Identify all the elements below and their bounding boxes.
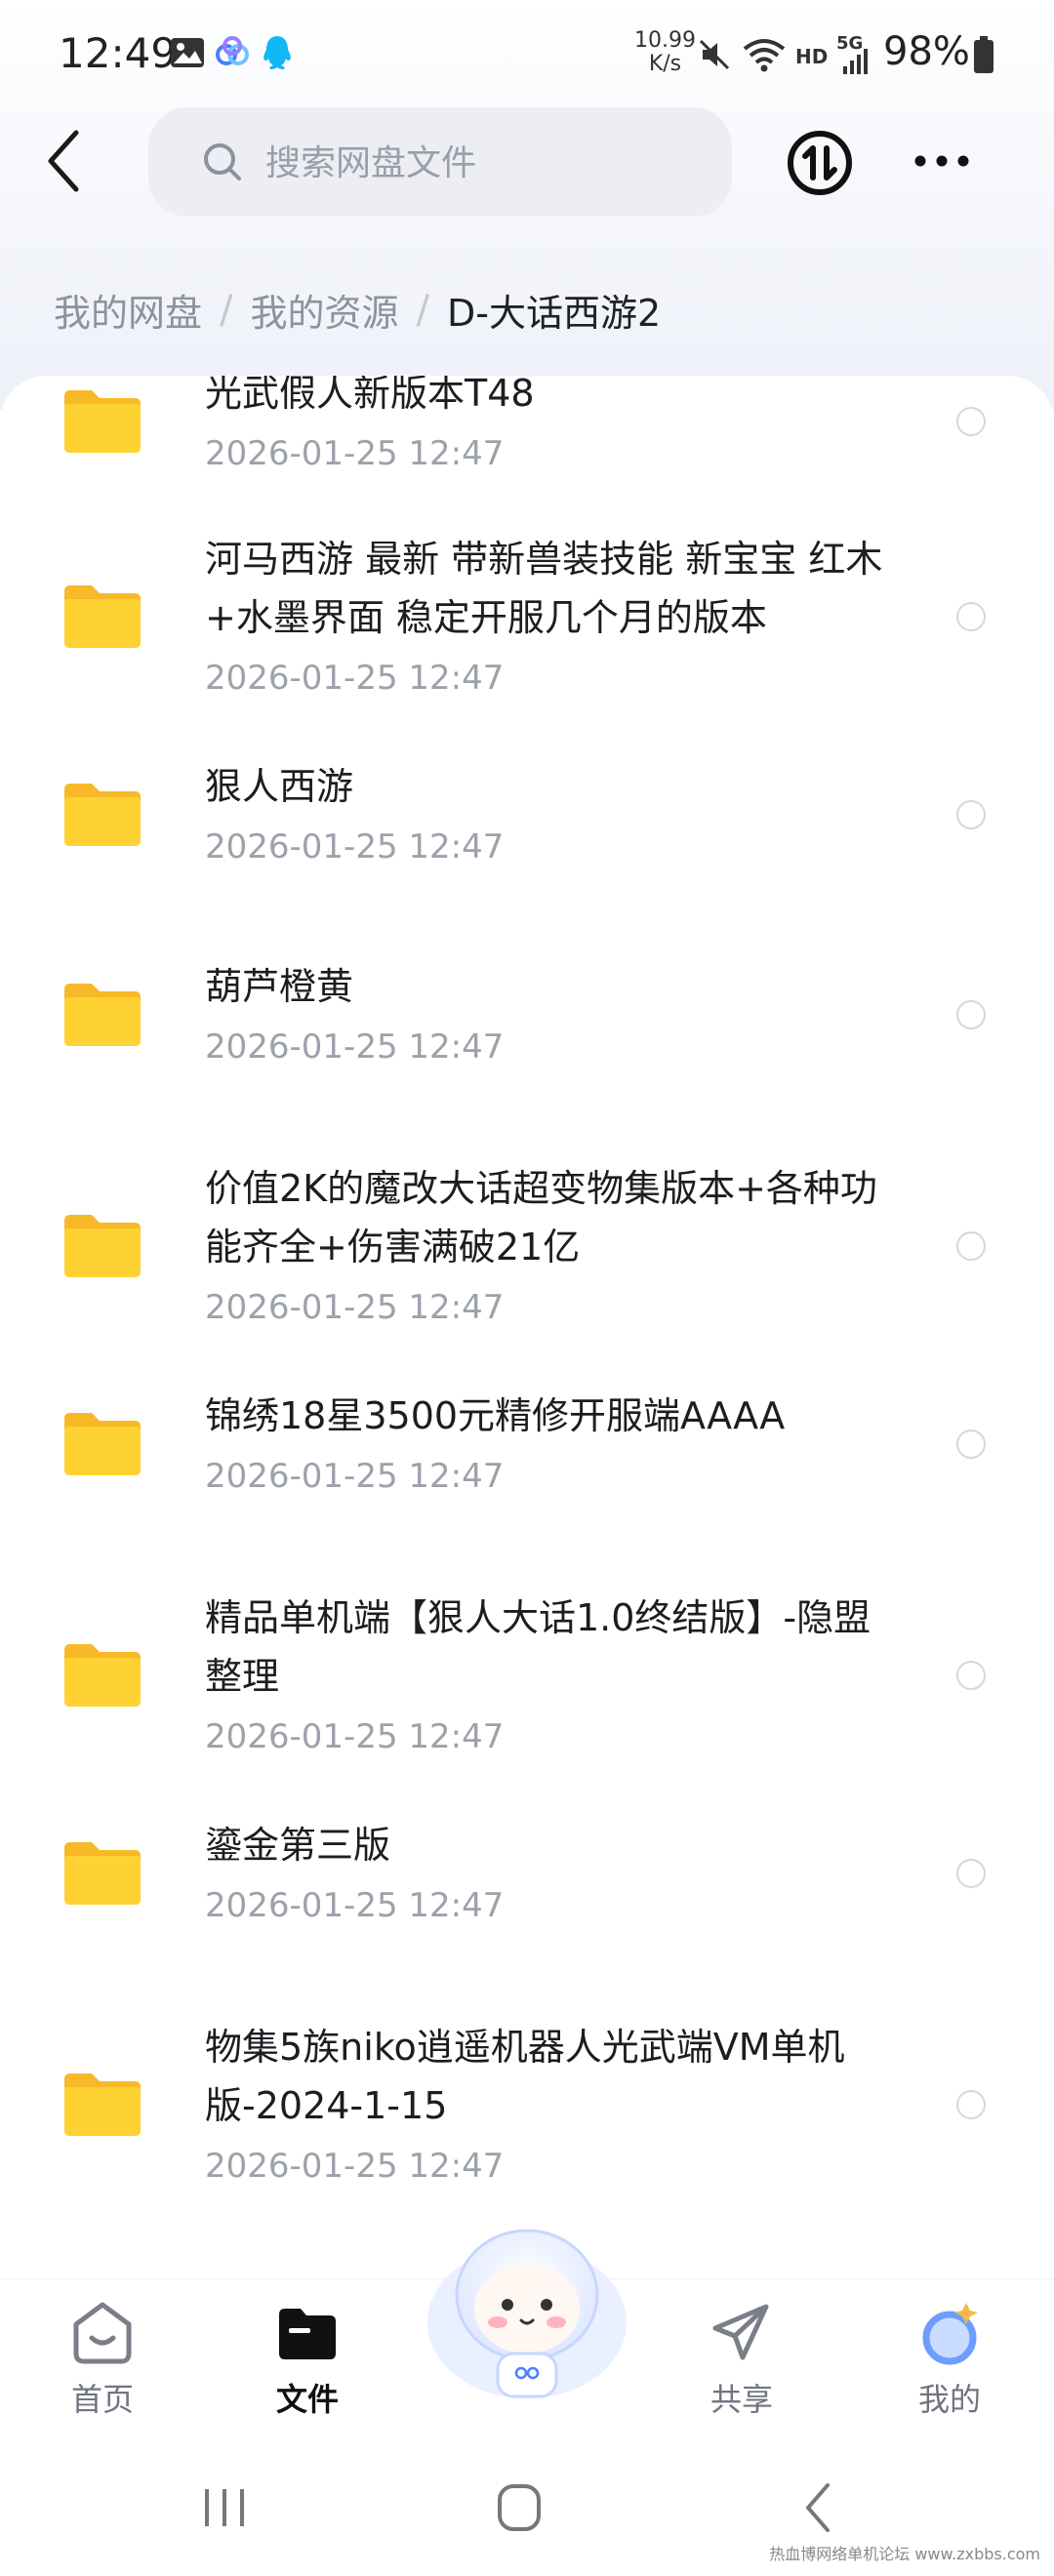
file-date: 2026-01-25 12:47	[205, 2147, 505, 2186]
status-time: 12:49	[59, 29, 178, 77]
folder-icon	[64, 1413, 141, 1475]
file-list-item[interactable]: 葫芦橙黄 2026-01-25 12:47	[0, 940, 1054, 1140]
file-list-item[interactable]: 锦绣18星3500元精修开服端AAAA 2026-01-25 12:47	[0, 1369, 1054, 1569]
breadcrumb-root[interactable]: 我的网盘	[54, 283, 202, 337]
folder-icon	[64, 984, 141, 1046]
transfer-icon[interactable]	[786, 129, 854, 197]
signal-icon	[843, 49, 868, 74]
ai-assistant-mascot-button[interactable]	[420, 2215, 634, 2410]
select-checkbox[interactable]	[956, 800, 986, 829]
folder-icon	[64, 2073, 141, 2136]
file-list-item[interactable]: 狠人西游 2026-01-25 12:47	[0, 740, 1054, 940]
file-name: 葫芦橙黄	[205, 965, 354, 1008]
select-checkbox[interactable]	[956, 2090, 986, 2119]
search-input[interactable]	[264, 135, 697, 191]
battery-icon	[974, 36, 993, 73]
select-checkbox[interactable]	[956, 1000, 986, 1029]
select-checkbox[interactable]	[956, 1429, 986, 1459]
breadcrumb: 我的网盘 / 我的资源 / D-大话西游2	[54, 283, 661, 337]
wifi-icon	[743, 39, 786, 72]
speed-value: 10.99	[634, 28, 696, 53]
file-name: 光武假人新版本T48	[205, 376, 535, 415]
folder-icon	[64, 1644, 141, 1707]
watermark: 热血博网络单机论坛 www.zxbbs.com	[769, 2545, 1040, 2563]
file-list-item[interactable]: 鎏金第三版 2026-01-25 12:47	[0, 1798, 1054, 1998]
folder-icon	[64, 1842, 141, 1905]
status-bar: 12:49 10.99 K/s HD 5G 98%	[0, 0, 1054, 107]
nav-files[interactable]: 文件	[249, 2299, 366, 2420]
recent-apps-button[interactable]	[185, 2474, 264, 2542]
breadcrumb-current-folder: D-大话西游2	[447, 292, 662, 335]
home-icon	[73, 2302, 132, 2364]
gallery-icon	[171, 38, 204, 67]
share-icon	[712, 2304, 769, 2360]
folder-icon	[64, 585, 141, 648]
file-name: 鎏金第三版	[205, 1824, 391, 1867]
file-name: 狠人西游	[205, 765, 354, 808]
file-date: 2026-01-25 12:47	[205, 434, 505, 473]
file-list-panel[interactable]: 光武假人新版本T48 2026-01-25 12:47 河马西游 最新 带新兽装技能…	[0, 376, 1054, 2278]
search-bar[interactable]	[148, 107, 732, 217]
file-name: 价值2K的魔改大话超变物集版本+各种功能齐全+伤害满破21亿	[205, 1167, 877, 1268]
breadcrumb-separator: /	[416, 287, 429, 333]
hd-label: HD	[795, 45, 829, 68]
file-info: 鎏金第三版 2026-01-25 12:47	[205, 1816, 888, 1931]
file-date: 2026-01-25 12:47	[205, 1457, 505, 1496]
breadcrumb-my-resources[interactable]: 我的资源	[251, 283, 399, 337]
nav-home[interactable]: 首页	[44, 2299, 161, 2420]
battery-percent: 98%	[883, 29, 970, 74]
file-list: 光武假人新版本T48 2026-01-25 12:47 河马西游 最新 带新兽装技能…	[0, 376, 1054, 2228]
file-list-item[interactable]: 物集5族niko逍遥机器人光武端VM单机版-2024-1-15 2026-01-2…	[0, 1998, 1054, 2228]
nav-share[interactable]: 共享	[683, 2299, 800, 2420]
nav-home-label: 首页	[70, 2381, 134, 2418]
breadcrumb-separator: /	[220, 287, 233, 333]
file-name: 物集5族niko逍遥机器人光武端VM单机版-2024-1-15	[205, 2026, 845, 2127]
folder-icon	[64, 784, 141, 846]
folder-icon	[64, 1215, 141, 1277]
file-date: 2026-01-25 12:47	[205, 827, 505, 866]
select-checkbox[interactable]	[956, 602, 986, 631]
select-checkbox[interactable]	[956, 1661, 986, 1690]
file-list-item[interactable]: 精品单机端【狠人大话1.0终结版】-隐盟整理 2026-01-25 12:47	[0, 1569, 1054, 1798]
qq-icon	[264, 36, 291, 69]
select-checkbox[interactable]	[956, 407, 986, 436]
file-info: 物集5族niko逍遥机器人光武端VM单机版-2024-1-15 2026-01-2…	[205, 2018, 888, 2192]
file-date: 2026-01-25 12:47	[205, 1027, 505, 1067]
file-date: 2026-01-25 12:47	[205, 1288, 505, 1327]
file-list-item[interactable]: 光武假人新版本T48 2026-01-25 12:47	[0, 376, 1054, 510]
select-checkbox[interactable]	[956, 1231, 986, 1261]
system-back-button[interactable]	[781, 2474, 859, 2542]
file-name: 河马西游 最新 带新兽装技能 新宝宝 红木+水墨界面 稳定开服几个月的版本	[205, 538, 883, 639]
more-options-button[interactable]	[912, 141, 971, 181]
nav-files-label: 文件	[275, 2381, 339, 2418]
file-date: 2026-01-25 12:47	[205, 1886, 505, 1925]
file-info: 光武假人新版本T48 2026-01-25 12:47	[205, 376, 888, 479]
mute-icon	[699, 39, 730, 70]
back-button[interactable]	[39, 127, 94, 195]
file-name: 锦绣18星3500元精修开服端AAAA	[205, 1394, 786, 1437]
file-name: 精品单机端【狠人大话1.0终结版】-隐盟整理	[205, 1596, 872, 1698]
file-info: 狠人西游 2026-01-25 12:47	[205, 757, 888, 872]
search-icon	[204, 143, 241, 181]
file-info: 价值2K的魔改大话超变物集版本+各种功能齐全+伤害满破21亿 2026-01-25…	[205, 1159, 888, 1333]
select-checkbox[interactable]	[956, 1859, 986, 1888]
file-date: 2026-01-25 12:47	[205, 1717, 505, 1756]
nav-me-label: 我的	[917, 2381, 981, 2418]
file-info: 葫芦橙黄 2026-01-25 12:47	[205, 957, 888, 1072]
nav-share-label: 共享	[709, 2381, 773, 2418]
file-info: 精品单机端【狠人大话1.0终结版】-隐盟整理 2026-01-25 12:47	[205, 1589, 888, 1762]
folder-icon	[64, 390, 141, 453]
speed-unit: K/s	[648, 52, 682, 76]
profile-icon	[922, 2303, 978, 2365]
folder-nav-icon	[279, 2309, 336, 2359]
file-date: 2026-01-25 12:47	[205, 659, 505, 698]
file-info: 河马西游 最新 带新兽装技能 新宝宝 红木+水墨界面 稳定开服几个月的版本 202…	[205, 530, 888, 704]
file-list-item[interactable]: 河马西游 最新 带新兽装技能 新宝宝 红木+水墨界面 稳定开服几个月的版本 202…	[0, 510, 1054, 740]
cloud-app-icon	[216, 36, 249, 65]
file-info: 锦绣18星3500元精修开服端AAAA 2026-01-25 12:47	[205, 1387, 888, 1502]
file-list-item[interactable]: 价值2K的魔改大话超变物集版本+各种功能齐全+伤害满破21亿 2026-01-25…	[0, 1140, 1054, 1369]
home-button[interactable]	[480, 2474, 558, 2542]
network-speed: 10.99 K/s	[634, 29, 696, 76]
nav-me[interactable]: 我的	[891, 2299, 1008, 2420]
